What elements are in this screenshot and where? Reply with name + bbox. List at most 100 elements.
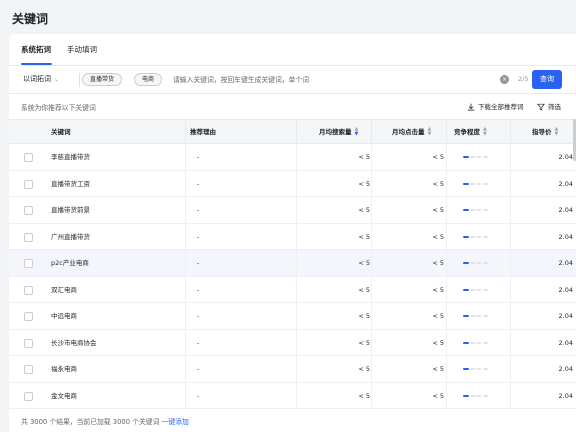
column-divider (510, 382, 511, 409)
download-label: 下载全部推荐词 (478, 103, 524, 111)
reason-cell: - (197, 285, 200, 294)
column-divider (185, 170, 186, 197)
competition-fill (463, 288, 470, 291)
table-row[interactable]: 直播带货工资 - < 5 < 5 2.04 (9, 170, 576, 197)
competition-bar (463, 156, 489, 159)
competition-fill (463, 235, 470, 238)
competition-segment (469, 341, 475, 344)
keyword-input[interactable] (173, 73, 493, 87)
filter-button[interactable]: 筛选 (537, 101, 561, 111)
column-divider (446, 356, 447, 382)
clear-icon[interactable]: × (500, 75, 509, 84)
column-divider (185, 120, 186, 144)
keyword-cell: 李慈直播带货 (51, 153, 90, 161)
column-header-monthly-clicks[interactable]: 月均点击量 ▲ ▼ (392, 120, 431, 144)
mode-select[interactable]: 以词拓词 ⌄ (23, 74, 59, 84)
reason-cell: - (197, 338, 200, 347)
column-divider (185, 223, 186, 250)
row-checkbox[interactable] (24, 206, 33, 215)
table-row[interactable]: 中远电商 - < 5 < 5 2.04 (9, 303, 576, 330)
competition-segment (469, 182, 475, 185)
column-divider (446, 276, 447, 303)
column-divider (510, 329, 511, 356)
download-all-button[interactable]: 下载全部推荐词 (467, 101, 524, 111)
sort-icon[interactable]: ▲ ▼ (428, 127, 432, 137)
row-checkbox[interactable] (24, 312, 33, 321)
column-divider (510, 144, 511, 170)
competition-segment (476, 315, 481, 317)
query-button[interactable]: 查询 (532, 70, 562, 89)
sort-icon[interactable]: ▲ ▼ (483, 127, 487, 137)
competition-segment (482, 156, 488, 158)
keyword-tag[interactable]: 直播带货 (82, 73, 123, 86)
row-checkbox[interactable] (24, 259, 33, 268)
filter-icon (537, 103, 545, 111)
keyword-card: 系统拓词 手动填词 以词拓词⌄ 直播带货 电商 × 2/5 查询 系统为你推荐以… (9, 34, 576, 432)
column-divider (510, 250, 511, 276)
footer-summary-text: 共 3000 个结果，当前已加载 3000 个关键词 (21, 418, 160, 426)
keyword-cell: 直播带货工资 (51, 179, 90, 188)
monthly-search-cell: < 5 (358, 312, 370, 320)
column-divider (185, 329, 186, 356)
table-row[interactable]: 长沙市电商协会 - < 5 < 5 2.04 (9, 329, 576, 356)
row-checkbox[interactable] (24, 179, 33, 189)
keyword-cell: 福永电商 (51, 365, 77, 373)
row-checkbox[interactable] (24, 285, 33, 295)
competition-segment (482, 288, 488, 291)
column-header-monthly-search[interactable]: 月均搜索量 ▲ ▼ (319, 120, 358, 144)
sort-icon[interactable]: ▲ ▼ (555, 127, 559, 137)
column-divider (296, 250, 297, 276)
row-checkbox[interactable] (24, 338, 33, 348)
table-row[interactable]: 金文电商 - < 5 < 5 2.04 (9, 382, 576, 409)
row-checkbox[interactable] (24, 365, 33, 374)
keyword-tag[interactable]: 电商 (134, 73, 163, 86)
keyword-cell: 金文电商 (51, 391, 77, 400)
mode-select-label: 以词拓词 (23, 75, 51, 83)
column-divider (446, 303, 447, 329)
competition-segment (476, 394, 481, 397)
competition-fill (463, 262, 470, 264)
column-divider (185, 276, 186, 303)
column-header-price[interactable]: 指导价 ▲ ▼ (532, 120, 558, 144)
reason-cell: - (197, 259, 200, 267)
row-checkbox[interactable] (24, 153, 33, 162)
column-header-competition[interactable]: 竞争程度 ▲ ▼ (454, 120, 487, 144)
competition-segment (482, 262, 488, 264)
table-row[interactable]: p2c产业电商 - < 5 < 5 2.04 (9, 250, 576, 277)
column-divider (371, 197, 372, 223)
row-checkbox[interactable] (24, 391, 33, 401)
price-cell: 2.04 (558, 365, 573, 373)
competition-segment (476, 341, 481, 344)
column-divider (510, 170, 511, 197)
table-row[interactable]: 福永电商 - < 5 < 5 2.04 (9, 356, 576, 383)
column-divider (510, 356, 511, 382)
tab-manual-fill[interactable]: 手动填词 (67, 44, 97, 55)
column-divider (296, 356, 297, 382)
tab-bar: 系统拓词 手动填词 (9, 34, 576, 66)
table-row[interactable]: 李慈直播带货 - < 5 < 5 2.04 (9, 144, 576, 171)
monthly-search-cell: < 5 (358, 259, 370, 267)
price-cell: 2.04 (558, 391, 573, 400)
column-divider (185, 197, 186, 223)
monthly-clicks-cell: < 5 (432, 285, 444, 294)
divider (79, 73, 80, 87)
table-row[interactable]: 直播带货前景 - < 5 < 5 2.04 (9, 197, 576, 224)
competition-fill (463, 341, 470, 344)
monthly-clicks-cell: < 5 (432, 232, 444, 241)
competition-bar (463, 315, 489, 318)
add-all-link[interactable]: 一键添加 (162, 418, 189, 426)
reason-cell: - (197, 206, 200, 214)
competition-segment (469, 288, 475, 291)
competition-fill (463, 182, 470, 185)
competition-fill (463, 156, 470, 158)
price-cell: 2.04 (558, 179, 573, 188)
competition-segment (482, 182, 488, 185)
competition-segment (476, 209, 481, 211)
sort-icon[interactable]: ▲ ▼ (355, 127, 359, 137)
column-divider (185, 303, 186, 329)
row-checkbox[interactable] (24, 232, 33, 242)
column-divider (510, 197, 511, 223)
table-row[interactable]: 广州直播带货 - < 5 < 5 2.04 (9, 223, 576, 250)
table-row[interactable]: 双汇电商 - < 5 < 5 2.04 (9, 276, 576, 303)
tab-system-expand[interactable]: 系统拓词 (21, 44, 51, 55)
